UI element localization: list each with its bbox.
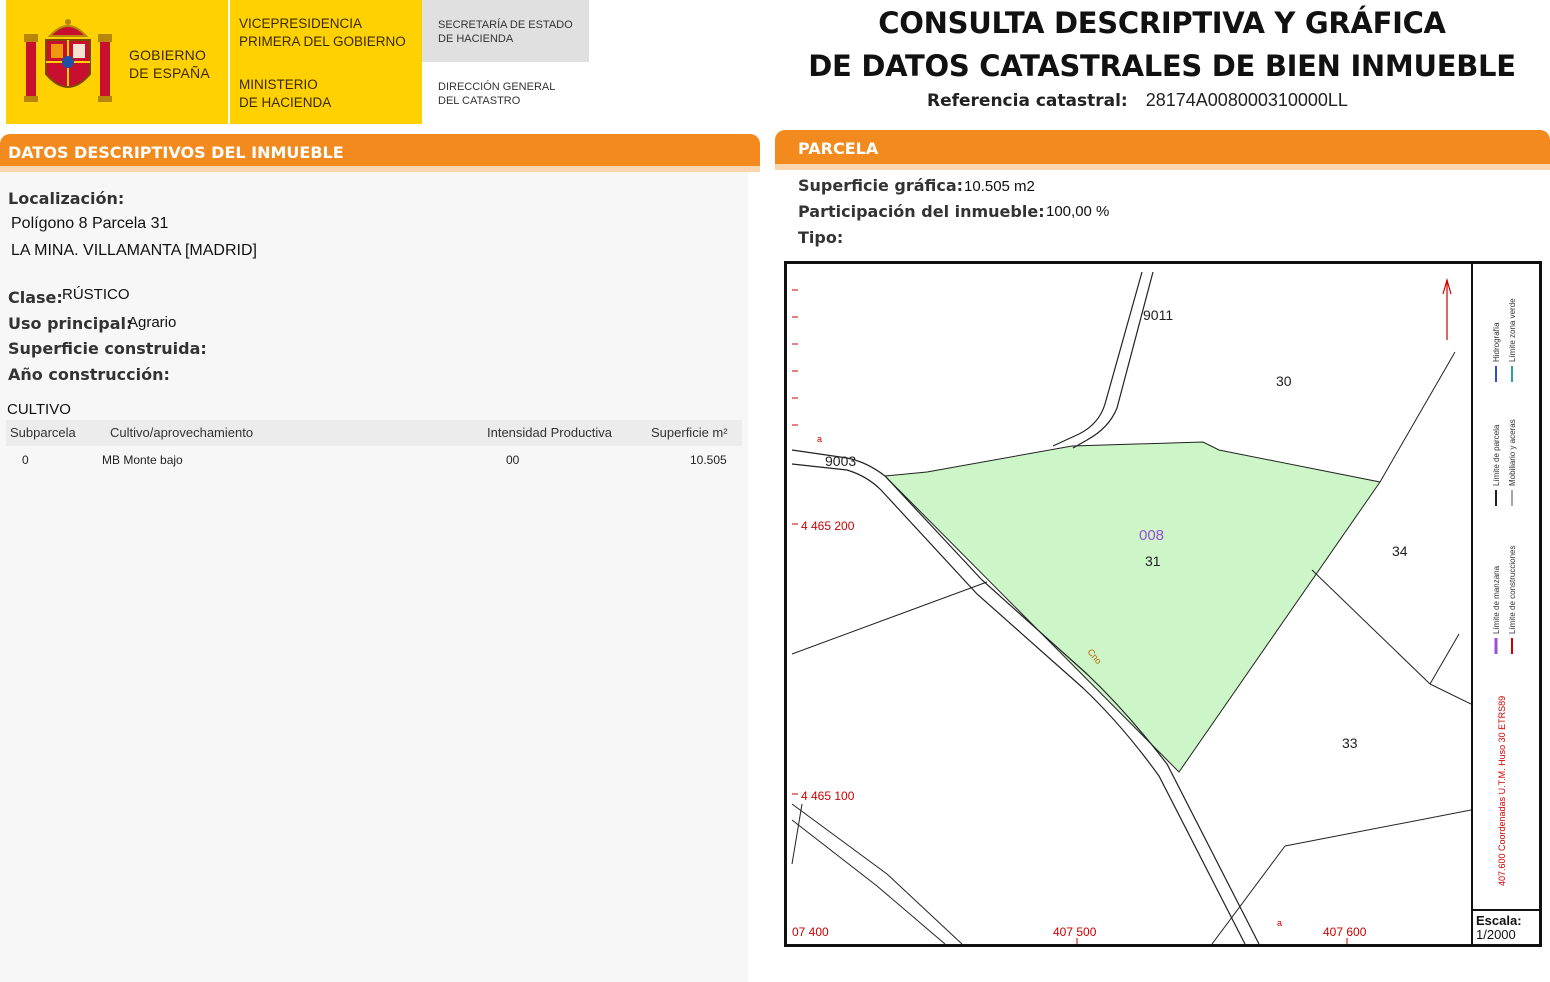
vicepresidencia-label: VICEPRESIDENCIA PRIMERA DEL GOBIERNO — [239, 15, 406, 51]
map-coord-407600: 407 600 — [1323, 925, 1367, 939]
vice-line2: PRIMERA DEL GOBIERNO — [239, 34, 406, 49]
map-label-poligono-008: 008 — [1139, 527, 1164, 544]
map-mark-b: a — [1277, 918, 1282, 928]
map-label-parcela-31: 31 — [1145, 553, 1161, 569]
scale-label: Escala: — [1476, 913, 1522, 928]
legend-hidrografia: Hidrografía — [1492, 322, 1501, 362]
map-label-parcela-33: 33 — [1342, 735, 1358, 751]
boundary-line — [1379, 351, 1456, 483]
map-drawing: 9011 9003 008 31 30 34 33 4 465 200 4 46… — [791, 271, 1471, 944]
boundary-line — [1429, 683, 1471, 705]
government-logo-block: GOBIERNO DE ESPAÑA VICEPRESIDENCIA PRIME… — [6, 0, 422, 124]
participacion-value: 100,00 % — [1046, 203, 1110, 220]
secretaria-line1: SECRETARÍA DE ESTADO — [438, 19, 573, 31]
scale-value: 1/2000 — [1476, 927, 1516, 942]
direccion-line2: DEL CATASTRO — [438, 95, 521, 107]
map-coord-407400: 07 400 — [792, 925, 829, 939]
col-header-subparcela: Subparcela — [10, 425, 76, 440]
col-header-cultivo: Cultivo/aprovechamiento — [110, 425, 254, 440]
legend-limite-manzana: Límite de manzana — [1492, 565, 1501, 634]
vice-line1: VICEPRESIDENCIA — [239, 16, 363, 31]
gov-name: GOBIERNO DE ESPAÑA — [129, 46, 210, 82]
boundary-line — [1311, 569, 1431, 685]
localizacion-line1: Polígono 8 Parcela 31 — [11, 215, 169, 232]
map-coord-407500: 407 500 — [1053, 925, 1097, 939]
parcela-section-title: PARCELA — [798, 139, 879, 158]
superficie-construida-label: Superficie construida: — [8, 339, 207, 358]
ministry-line1: MINISTERIO — [239, 77, 318, 92]
legend-coordinates-caption: 407.600 Coordenadas U.T.M. Huso 30 ETRS8… — [1497, 696, 1507, 886]
legend-limite-parcela: Límite de parcela — [1492, 424, 1501, 486]
ref-label: Referencia catastral: — [927, 91, 1128, 111]
clase-value: RÚSTICO — [62, 286, 130, 303]
ref-value: 28174A008000310000LL — [1145, 90, 1348, 110]
clase-label: Clase: — [8, 288, 63, 307]
col-header-intensidad: Intensidad Productiva — [487, 425, 613, 440]
cell-subparcela: 0 — [22, 453, 29, 467]
uso-label: Uso principal: — [8, 314, 133, 333]
cell-superficie: 10.505 — [690, 453, 727, 467]
document-title: CONSULTA DESCRIPTIVA Y GRÁFICA DE DATOS … — [800, 2, 1524, 88]
datos-section-header: DATOS DESCRIPTIVOS DEL INMUEBLE — [0, 134, 760, 168]
road-9011-edge-1 — [1052, 271, 1143, 447]
secretaria-block: SECRETARÍA DE ESTADO DE HACIENDA — [422, 0, 589, 62]
secretaria-line2: DE HACIENDA — [438, 33, 514, 45]
map-coord-4465200: 4 465 200 — [801, 519, 855, 533]
col-header-superficie: Superficie m² — [651, 425, 728, 440]
map-label-9011: 9011 — [1143, 307, 1173, 323]
road-9011-edge-2 — [1072, 271, 1154, 449]
title-line1: CONSULTA DESCRIPTIVA Y GRÁFICA — [878, 6, 1446, 40]
direccion-label: DIRECCIÓN GENERAL DEL CATASTRO — [438, 80, 555, 108]
map-mark-a: a — [817, 434, 822, 444]
boundary-line — [1211, 845, 1286, 944]
uso-value: Agrario — [128, 314, 177, 331]
gov-name-line1: GOBIERNO — [129, 47, 207, 63]
cultivo-title: CULTIVO — [7, 401, 71, 418]
boundary-line — [1284, 809, 1471, 847]
tipo-label: Tipo: — [798, 228, 844, 247]
participacion-label: Participación del inmueble: — [798, 202, 1045, 221]
legend-limite-zona-verde: Límite zona verde — [1508, 298, 1517, 362]
secretaria-label: SECRETARÍA DE ESTADO DE HACIENDA — [438, 18, 573, 46]
ministry-line2: DE HACIENDA — [239, 95, 332, 110]
map-label-parcela-30: 30 — [1276, 373, 1292, 389]
scale-box: Escala: 1/2000 — [1473, 909, 1539, 944]
map-label-9003: 9003 — [825, 453, 856, 469]
map-coord-4465100: 4 465 100 — [801, 789, 855, 803]
boundary-line — [791, 803, 963, 944]
boundary-line — [791, 581, 988, 655]
legend-mobiliario-aceras: Mobiliario y aceras — [1508, 419, 1517, 486]
localizacion-label: Localización: — [8, 189, 125, 208]
superficie-grafica-value: 10.505 m2 — [964, 178, 1035, 195]
datos-section-title: DATOS DESCRIPTIVOS DEL INMUEBLE — [8, 143, 344, 162]
coat-of-arms-icon — [24, 19, 112, 102]
parcela-section-header: PARCELA — [775, 130, 1550, 164]
legend-limite-construcciones: Límite de construcciones — [1508, 546, 1517, 635]
north-arrow-icon — [1442, 277, 1452, 340]
direccion-line1: DIRECCIÓN GENERAL — [438, 81, 556, 93]
header-divider — [228, 0, 230, 124]
cell-cultivo: MB Monte bajo — [102, 453, 183, 467]
anio-construccion-label: Año construcción: — [8, 365, 170, 384]
ministry-label: MINISTERIO DE HACIENDA — [239, 76, 331, 112]
gov-name-line2: DE ESPAÑA — [129, 65, 210, 81]
boundary-line — [791, 803, 803, 865]
map-label-parcela-34: 34 — [1392, 543, 1408, 559]
superficie-grafica-label: Superficie gráfica: — [798, 176, 964, 195]
parcela-header-shade — [775, 164, 1550, 170]
datos-header-shade — [0, 166, 760, 172]
localizacion-line2: LA MINA. VILLAMANTA [MADRID] — [11, 242, 257, 259]
map-legend: Límite de manzana Límite de parcela Hidr… — [1492, 298, 1517, 886]
cell-intensidad: 00 — [506, 453, 520, 467]
title-line2: DE DATOS CATASTRALES DE BIEN INMUEBLE — [808, 49, 1516, 83]
cadastral-map[interactable]: 9011 9003 008 31 30 34 33 4 465 200 4 46… — [784, 261, 1542, 947]
referencia-catastral: Referencia catastral: 28174A008000310000L… — [927, 90, 1348, 111]
boundary-line — [1429, 633, 1460, 685]
